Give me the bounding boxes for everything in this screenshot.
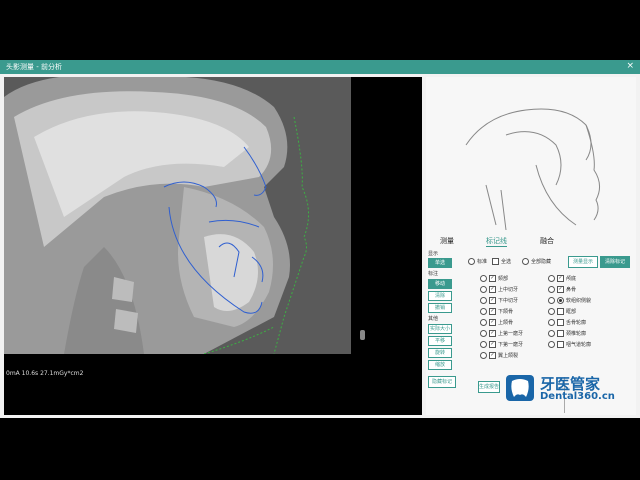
checkbox-icon [557,330,564,337]
checkbox-icon [557,319,564,326]
pan-button[interactable]: 平移 [428,336,452,346]
radio-icon [480,341,487,348]
check-airway[interactable]: 咽气道轮廓 [548,341,591,348]
hide-marks-button[interactable]: 隐藏标记 [428,376,456,388]
undo-button[interactable]: 撤销 [428,303,452,313]
radio-icon [548,308,555,315]
display-mode-row: 标准 全选 全部隐藏 [468,258,558,268]
radio-icon [548,330,555,337]
radio-icon [548,275,555,282]
opt-hide-all[interactable]: 全部隐藏 [522,258,551,265]
exposure-readout: 0mA 10.6s 27.1mGy*cm2 [6,370,84,377]
window-title: 头影测量 - 前分析 [6,63,62,71]
check-upper-incisor[interactable]: ✓ 上中切牙 [480,286,518,293]
radio-icon [480,275,487,282]
radio-icon [468,258,475,265]
radio-icon [548,286,555,293]
close-icon[interactable]: × [626,61,634,71]
app-window: 头影测量 - 前分析 × 0mA 10.6s 27.1mGy*cm2 测量 标记… [0,60,640,418]
tooth-logo-icon [506,375,534,401]
radio-icon [480,319,487,326]
checkbox-icon: ✓ [489,286,496,293]
radio-icon [548,319,555,326]
checkbox-icon: ✓ [489,308,496,315]
radio-icon [480,330,487,337]
check-lower-incisor[interactable]: ✓ 下中切牙 [480,297,518,304]
checkbox-icon: ✓ [489,297,496,304]
opt-select-all[interactable]: 全选 [492,258,511,265]
check-maxilla[interactable]: ✓ 上颌骨 [480,319,513,326]
check-orbit[interactable]: 眶部 [548,308,576,315]
control-panel: 测量 标记线 融合 显示 单选 标注 移动 清除 撤销 其他 实际大小 平移 旋… [426,77,636,415]
checkbox-icon: ✓ [489,341,496,348]
section-annot-label: 标注 [428,271,439,277]
radio-icon [480,297,487,304]
viewer-rotate-handle[interactable] [360,330,365,340]
measure-display-button[interactable]: 测量显示 [568,256,598,268]
xray-image [4,77,351,354]
cephalometric-xray[interactable] [4,77,351,354]
check-cranial-base[interactable]: ✓ 颅底 [548,275,576,282]
title-bar: 头影测量 - 前分析 × [0,60,640,74]
tab-measure[interactable]: 测量 [440,236,454,246]
rotate-button[interactable]: 旋转 [428,348,452,358]
radio-icon [548,341,555,348]
image-viewer[interactable]: 0mA 10.6s 27.1mGy*cm2 [4,77,422,415]
brand-logo: 牙医管家 Dental360.cn [506,373,626,403]
tracing-preview [465,108,600,231]
check-upper-molar[interactable]: ✓ 上第一磨牙 [480,330,523,337]
zoom-button[interactable]: 缩放 [428,360,452,370]
check-hyoid[interactable]: 舌骨轮廓 [548,319,586,326]
select-button[interactable]: 单选 [428,258,452,268]
checkbox-icon [557,308,564,315]
radio-icon [548,297,555,304]
check-cervical[interactable]: 颈椎轮廓 [548,330,586,337]
checkbox-icon [492,258,499,265]
actual-size-button[interactable]: 实际大小 [428,324,452,334]
panel-tabs: 测量 标记线 融合 [426,234,636,247]
clear-marks-button[interactable]: 清除标记 [600,256,630,268]
checkbox-icon: ✓ [489,352,496,359]
radio-icon [480,286,487,293]
check-nasal-bone[interactable]: ✓ 鼻骨 [548,286,576,293]
radio-selected-icon [557,297,564,304]
radio-icon [480,352,487,359]
check-lower-molar[interactable]: ✓ 下第一磨牙 [480,341,523,348]
move-button[interactable]: 移动 [428,279,452,289]
tab-fusion[interactable]: 融合 [540,236,554,246]
radio-icon [522,258,529,265]
check-mandible[interactable]: ✓ 下颌骨 [480,308,513,315]
checkbox-icon: ✓ [489,275,496,282]
brand-site: Dental360.cn [540,391,615,402]
check-soft-profile[interactable]: 软组织侧貌 [548,297,591,304]
check-ptm[interactable]: ✓ 翼上颌裂 [480,352,518,359]
clear-button[interactable]: 清除 [428,291,452,301]
checkbox-icon: ✓ [557,286,564,293]
tab-markers[interactable]: 标记线 [486,236,507,247]
section-display-label: 显示 [428,251,439,257]
checkbox-icon: ✓ [489,330,496,337]
check-chin[interactable]: ✓ 颏部 [480,275,508,282]
checkbox-icon: ✓ [489,319,496,326]
opt-standard[interactable]: 标准 [468,258,487,265]
section-misc-label: 其他 [428,316,439,322]
report-button[interactable]: 生成报告 [478,381,500,393]
checkbox-icon: ✓ [557,275,564,282]
checkbox-icon [557,341,564,348]
radio-icon [480,308,487,315]
